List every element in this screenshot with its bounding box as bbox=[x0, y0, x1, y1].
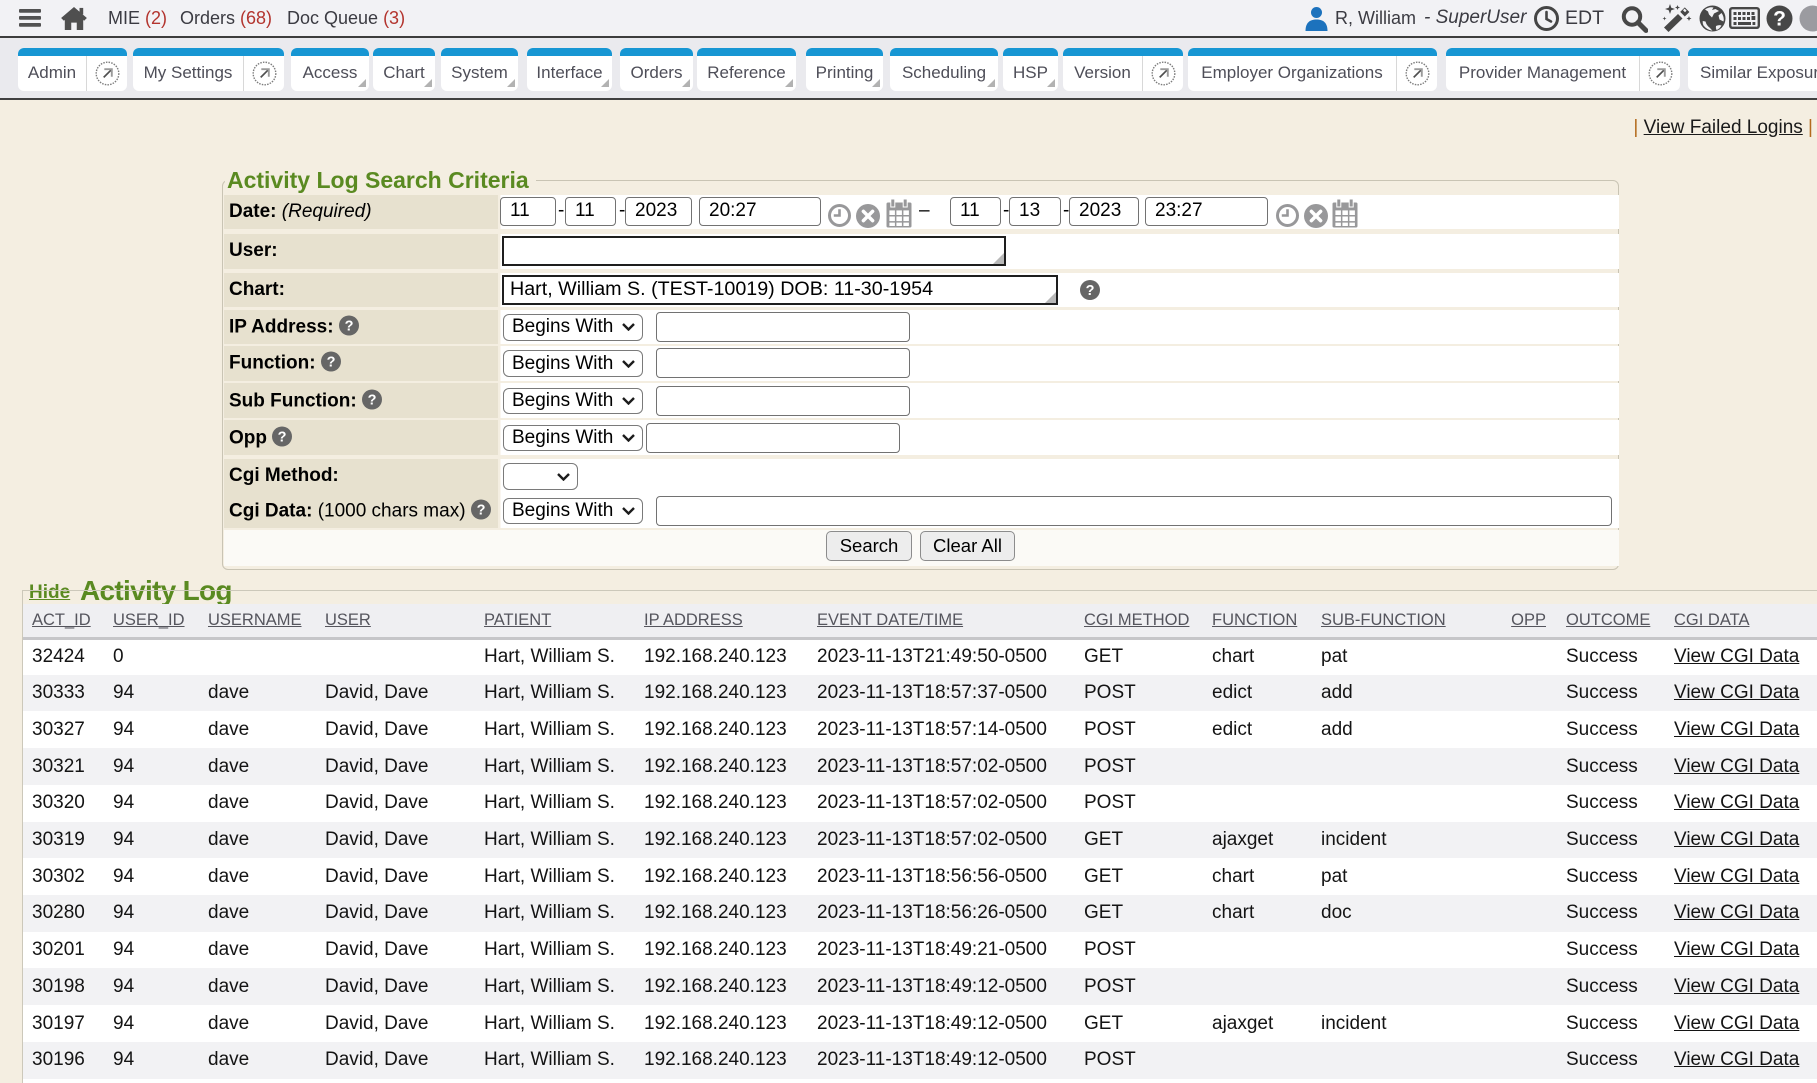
svg-text:?: ? bbox=[368, 392, 377, 408]
svg-text:?: ? bbox=[326, 355, 335, 371]
svg-text:?: ? bbox=[344, 319, 353, 335]
svg-text:?: ? bbox=[278, 429, 287, 445]
svg-text:?: ? bbox=[1086, 283, 1095, 299]
svg-text:?: ? bbox=[1773, 8, 1786, 31]
svg-text:?: ? bbox=[476, 502, 485, 518]
